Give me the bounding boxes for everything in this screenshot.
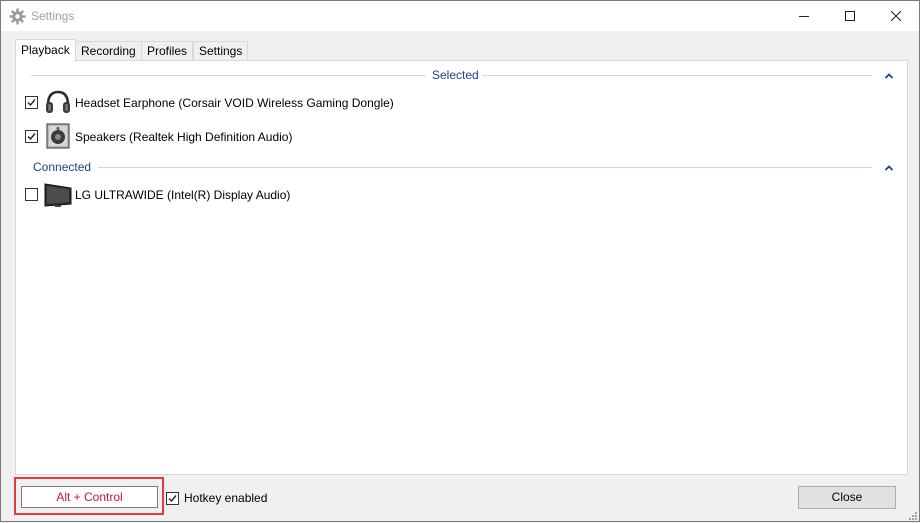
close-button[interactable]: Close	[798, 486, 896, 509]
resize-grip-icon[interactable]	[907, 509, 917, 520]
monitor-icon	[44, 181, 72, 209]
device-label: Speakers (Realtek High Definition Audio)	[75, 130, 293, 144]
maximize-icon	[845, 11, 855, 21]
hotkey-enabled-checkbox[interactable]	[166, 492, 179, 505]
group-divider	[482, 75, 872, 76]
chevron-up-icon[interactable]	[884, 70, 894, 80]
headset-icon	[44, 88, 72, 116]
speaker-icon	[44, 122, 72, 150]
group-title-selected: Selected	[432, 68, 479, 82]
device-row-headset[interactable]: Headset Earphone (Corsair VOID Wireless …	[16, 87, 907, 119]
device-label: Headset Earphone (Corsair VOID Wireless …	[75, 96, 394, 110]
group-header-connected[interactable]: Connected	[16, 160, 907, 176]
playback-tab-page: Selected Headset Earphone (Corsair VOID …	[15, 60, 908, 475]
tab-playback[interactable]: Playback	[15, 39, 76, 62]
chevron-up-icon[interactable]	[884, 162, 894, 172]
group-header-selected[interactable]: Selected	[16, 68, 907, 84]
minimize-button[interactable]	[781, 1, 827, 31]
group-title-connected: Connected	[33, 160, 92, 174]
device-checkbox-monitor[interactable]	[25, 188, 38, 201]
device-label: LG ULTRAWIDE (Intel(R) Display Audio)	[75, 188, 291, 202]
close-icon	[891, 11, 901, 21]
tab-profiles[interactable]: Profiles	[141, 41, 194, 61]
close-window-button[interactable]	[873, 1, 919, 31]
minimize-icon	[799, 16, 809, 17]
device-checkbox-speakers[interactable]	[25, 130, 38, 143]
device-row-monitor[interactable]: LG ULTRAWIDE (Intel(R) Display Audio)	[16, 179, 907, 211]
tab-recording[interactable]: Recording	[75, 41, 142, 61]
gear-icon	[9, 8, 26, 25]
maximize-button[interactable]	[827, 1, 873, 31]
device-checkbox-headset[interactable]	[25, 96, 38, 109]
device-row-speakers[interactable]: Speakers (Realtek High Definition Audio)	[16, 121, 907, 153]
hotkey-enabled-label: Hotkey enabled	[184, 491, 268, 505]
group-divider	[31, 75, 426, 76]
settings-window: Settings Playback Recording Profiles Set…	[0, 0, 920, 522]
hotkey-input[interactable]: Alt + Control	[21, 486, 158, 508]
window-title: Settings	[31, 9, 75, 23]
tab-settings[interactable]: Settings	[193, 41, 249, 61]
title-bar[interactable]: Settings	[1, 1, 919, 31]
group-divider	[98, 167, 872, 168]
